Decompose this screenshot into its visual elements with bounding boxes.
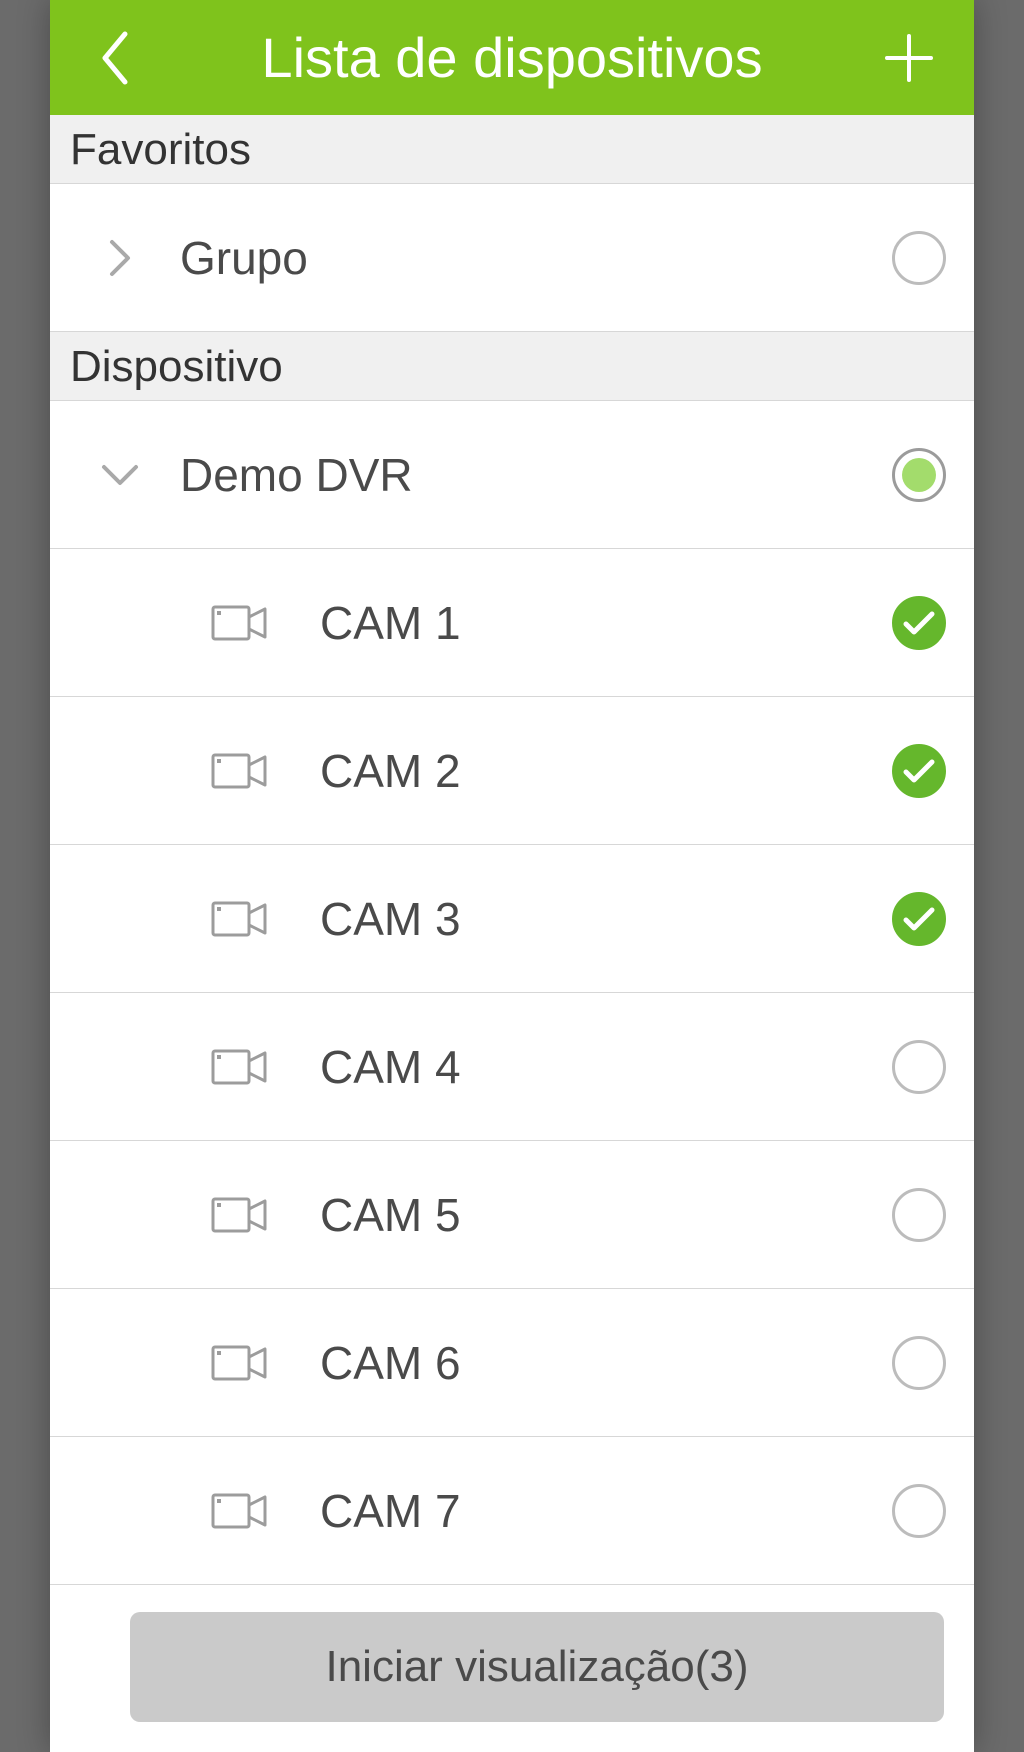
camera-label: CAM 6 — [320, 1336, 892, 1390]
camera-icon — [180, 603, 300, 643]
device-row[interactable]: Demo DVR — [50, 401, 974, 549]
camera-selector[interactable] — [892, 892, 946, 946]
device-selector[interactable] — [892, 448, 946, 502]
modal-title: Lista de dispositivos — [150, 25, 874, 90]
camera-row[interactable]: CAM 3 — [50, 845, 974, 993]
check-icon — [902, 906, 936, 932]
camera-icon — [180, 1195, 300, 1235]
modal-header: Lista de dispositivos — [50, 0, 974, 115]
section-favorites: Favoritos — [50, 115, 974, 184]
section-device: Dispositivo — [50, 332, 974, 401]
camera-icon — [180, 1491, 300, 1531]
camera-selector[interactable] — [892, 744, 946, 798]
camera-row[interactable]: CAM 7 — [50, 1437, 974, 1585]
camera-icon — [180, 1047, 300, 1087]
camera-selector[interactable] — [892, 1336, 946, 1390]
device-list: Favoritos Grupo Dispositivo Demo DVR CAM… — [50, 115, 974, 1752]
camera-icon — [180, 899, 300, 939]
chevron-down-icon — [100, 463, 140, 487]
start-button-label: Iniciar visualização(3) — [325, 1642, 748, 1692]
camera-row[interactable]: CAM 2 — [50, 697, 974, 845]
camera-selector[interactable] — [892, 1188, 946, 1242]
group-label: Grupo — [180, 231, 892, 285]
camera-label: CAM 4 — [320, 1040, 892, 1094]
check-icon — [902, 610, 936, 636]
device-name: Demo DVR — [180, 448, 892, 502]
plus-icon — [881, 30, 937, 86]
group-selector[interactable] — [892, 231, 946, 285]
camera-label: CAM 3 — [320, 892, 892, 946]
add-device-button[interactable] — [874, 23, 944, 93]
expand-icon-wrap — [90, 238, 150, 278]
collapse-icon-wrap — [90, 463, 150, 487]
camera-row[interactable]: CAM 1 — [50, 549, 974, 697]
camera-row[interactable]: CAM 4 — [50, 993, 974, 1141]
camera-label: CAM 5 — [320, 1188, 892, 1242]
camera-label: CAM 2 — [320, 744, 892, 798]
camera-icon — [180, 1343, 300, 1383]
start-live-view-button[interactable]: Iniciar visualização(3) — [130, 1612, 944, 1722]
camera-label: CAM 1 — [320, 596, 892, 650]
camera-selector[interactable] — [892, 1040, 946, 1094]
camera-row[interactable]: CAM 5 — [50, 1141, 974, 1289]
camera-selector[interactable] — [892, 596, 946, 650]
camera-selector[interactable] — [892, 1484, 946, 1538]
camera-label: CAM 7 — [320, 1484, 892, 1538]
chevron-left-icon — [97, 28, 133, 88]
device-list-modal: Lista de dispositivos Favoritos Grupo Di… — [50, 0, 974, 1752]
chevron-right-icon — [108, 238, 132, 278]
camera-row[interactable]: CAM 6 — [50, 1289, 974, 1437]
back-button[interactable] — [80, 23, 150, 93]
check-icon — [902, 758, 936, 784]
camera-icon — [180, 751, 300, 791]
favorites-group-row[interactable]: Grupo — [50, 184, 974, 332]
